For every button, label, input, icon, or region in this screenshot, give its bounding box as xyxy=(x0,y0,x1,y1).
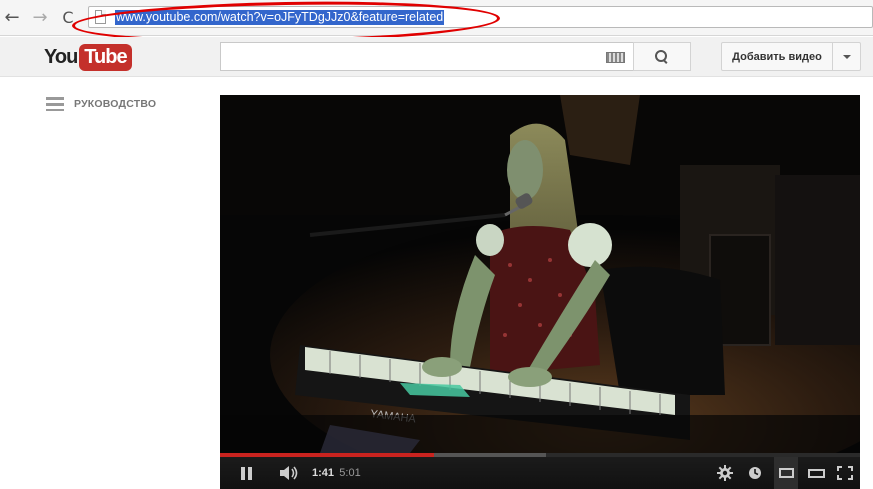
small-player-button[interactable] xyxy=(774,457,798,489)
settings-icon xyxy=(717,465,733,481)
small-player-icon xyxy=(778,468,794,478)
upload-menu-button[interactable] xyxy=(832,42,861,71)
search-icon xyxy=(655,49,669,64)
youtube-masthead: You Tube Добавить видео xyxy=(0,37,873,77)
volume-button[interactable] xyxy=(276,457,302,489)
browser-toolbar: ← → C www.youtube.com/watch?v=oJFyTDgJJz… xyxy=(0,0,873,36)
search-input[interactable] xyxy=(220,42,634,71)
menu-icon xyxy=(46,97,64,111)
chevron-down-icon xyxy=(842,54,851,59)
keyboard-icon[interactable] xyxy=(606,52,625,63)
video-player[interactable]: YAMAHA 1:41 5:01 xyxy=(220,95,860,489)
youtube-logo[interactable]: You Tube xyxy=(44,43,132,71)
back-button[interactable]: ← xyxy=(0,6,24,28)
forward-button[interactable]: → xyxy=(28,6,52,28)
reload-icon: C xyxy=(62,7,74,27)
total-duration: 5:01 xyxy=(339,467,361,479)
url-text[interactable]: www.youtube.com/watch?v=oJFyTDgJJz0&feat… xyxy=(115,10,445,25)
logo-tube-text: Tube xyxy=(79,43,132,71)
large-player-button[interactable] xyxy=(804,457,828,489)
large-player-icon xyxy=(807,468,825,478)
address-bar[interactable]: www.youtube.com/watch?v=oJFyTDgJJz0&feat… xyxy=(88,6,873,28)
forward-arrow-icon: → xyxy=(32,6,48,28)
video-still-image: YAMAHA xyxy=(220,95,860,453)
guide-label: РУКОВОДСТВО xyxy=(74,98,157,110)
reload-button[interactable]: C xyxy=(56,6,80,28)
current-time: 1:41 xyxy=(311,467,335,479)
back-arrow-icon: ← xyxy=(4,6,20,28)
fullscreen-icon xyxy=(837,466,853,480)
pause-icon xyxy=(240,466,252,480)
watch-later-button[interactable] xyxy=(744,457,766,489)
video-frame[interactable]: YAMAHA xyxy=(220,95,860,453)
upload-button[interactable]: Добавить видео xyxy=(721,42,833,71)
search-button[interactable] xyxy=(633,42,691,71)
logo-you-text: You xyxy=(44,45,78,68)
fullscreen-button[interactable] xyxy=(834,457,856,489)
pause-button[interactable] xyxy=(234,457,258,489)
player-controls: 1:41 5:01 xyxy=(220,457,860,489)
page-icon xyxy=(95,10,106,24)
volume-icon xyxy=(280,466,298,480)
watch-later-icon xyxy=(749,467,761,479)
settings-button[interactable] xyxy=(714,457,736,489)
guide-toggle[interactable]: РУКОВОДСТВО xyxy=(46,97,156,111)
